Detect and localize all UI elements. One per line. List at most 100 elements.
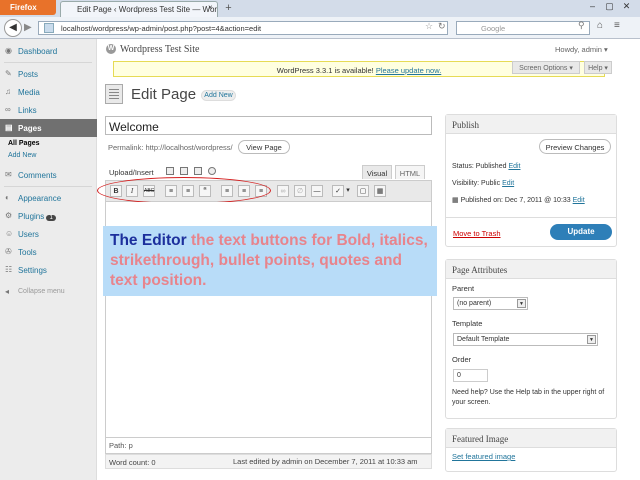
page-attributes-title[interactable]: Page Attributes (446, 260, 616, 279)
order-input[interactable]: 0 (453, 369, 488, 382)
sidebar-item-settings[interactable]: ☷ Settings (0, 261, 97, 279)
address-bar[interactable]: localhost/wordpress/wp-admin/post.php?po… (38, 21, 448, 35)
sidebar-item-links[interactable]: ∞ Links (0, 101, 97, 119)
site-title[interactable]: Wordpress Test Site (120, 44, 199, 55)
tab-visual[interactable]: Visual (362, 165, 392, 179)
preview-changes-button[interactable]: Preview Changes (539, 139, 611, 154)
kitchen-sink-icon[interactable]: ▦ (374, 185, 386, 197)
publish-date: ▦ Published on: Dec 7, 2011 @ 10:33 Edit (452, 196, 585, 204)
add-media-icon[interactable] (208, 167, 216, 175)
minimize-icon[interactable]: – (584, 0, 601, 13)
fullscreen-icon[interactable]: ▢ (357, 185, 369, 197)
template-value: Default Template (457, 336, 510, 343)
set-featured-image-link[interactable]: Set featured image (452, 452, 515, 461)
add-image-icon[interactable] (166, 167, 174, 175)
sidebar-item-dashboard[interactable]: ◉ Dashboard (0, 42, 97, 60)
browser-tab[interactable]: Edit Page ‹ Wordpress Test Site — Word..… (60, 1, 218, 17)
user-menu[interactable]: Howdy, admin ▾ (555, 45, 608, 54)
comment-icon: ✉ (5, 170, 12, 179)
maximize-icon[interactable]: ▢ (601, 0, 618, 13)
featured-image-box: Featured Image (445, 428, 617, 472)
sidebar-item-posts[interactable]: ✎ Posts (0, 65, 97, 83)
sidebar-item-comments[interactable]: ✉ Comments (0, 166, 97, 184)
reload-icon[interactable]: ↻ (438, 21, 446, 32)
add-new-button[interactable]: Add New (201, 90, 236, 101)
admin-sidebar: ◉ Dashboard ✎ Posts ♫ Media ∞ Links ▤ Pages A… (0, 39, 97, 480)
sidebar-item-tools[interactable]: ✇ Tools (0, 243, 97, 261)
home-icon[interactable]: ⌂ (597, 20, 603, 31)
view-page-button[interactable]: View Page (238, 140, 290, 154)
search-icon[interactable]: ⚲ (578, 20, 585, 31)
screen-options-button[interactable]: Screen Options ▾ (512, 61, 580, 74)
edit-date-link[interactable]: Edit (573, 197, 585, 204)
insert-link-icon[interactable]: ∞ (277, 185, 289, 197)
sidebar-item-media[interactable]: ♫ Media (0, 83, 97, 101)
publish-box-title[interactable]: Publish (446, 115, 616, 134)
collapse-label: Collapse menu (18, 288, 65, 295)
annotation-callout: The Editor the text buttons for Bold, it… (103, 226, 437, 296)
site-identity-icon[interactable] (44, 23, 54, 33)
tab-html[interactable]: HTML (395, 165, 425, 179)
sidebar-item-appearance[interactable]: ◐ Appearance (0, 189, 97, 207)
help-button[interactable]: Help ▾ (584, 61, 612, 74)
update-now-link[interactable]: Please update now. (376, 66, 441, 75)
sidebar-item-label: Comments (18, 171, 57, 180)
post-title-input[interactable]: Welcome (105, 116, 432, 135)
sidebar-item-pages[interactable]: ▤ Pages (0, 119, 97, 137)
page-icon: ▤ (5, 123, 13, 132)
plugin-update-badge: 1 (46, 215, 56, 221)
sidebar-item-label: Pages (18, 124, 42, 133)
plugin-icon: ⚙ (5, 211, 13, 220)
sidebar-item-label: Media (18, 88, 40, 97)
edit-visibility-link[interactable]: Edit (502, 180, 514, 187)
more-tag-icon[interactable]: — (311, 185, 323, 197)
parent-label: Parent (452, 284, 475, 293)
template-select[interactable]: Default Template ▼ (453, 333, 598, 346)
add-video-icon[interactable] (180, 167, 188, 175)
submenu-add-new[interactable]: Add New (8, 152, 36, 159)
link-icon: ∞ (5, 105, 11, 114)
sidebar-item-label: Links (18, 106, 37, 115)
sidebar-item-plugins[interactable]: ⚙ Plugins 1 (0, 207, 97, 225)
edit-status-link[interactable]: Edit (508, 163, 520, 170)
media-icon: ♫ (5, 87, 11, 96)
submenu-all-pages[interactable]: All Pages (8, 140, 40, 147)
add-audio-icon[interactable] (194, 167, 202, 175)
back-icon[interactable]: ◀ (4, 19, 22, 37)
move-to-trash-link[interactable]: Move to Trash (453, 229, 501, 238)
forward-icon[interactable]: ▶ (24, 22, 32, 33)
highlight-oval (97, 177, 271, 204)
post-status: Status: Published Edit (452, 163, 521, 170)
spellcheck-dropdown-icon[interactable]: ▾ (344, 185, 352, 197)
sidebar-item-users[interactable]: ☺ Users (0, 225, 97, 243)
settings-icon: ☷ (5, 265, 13, 274)
bookmark-star-icon[interactable]: ☆ (425, 21, 433, 32)
notice-text: WordPress 3.3.1 is available! (276, 66, 374, 75)
window-controls: – ▢ ✕ (584, 0, 640, 15)
search-input[interactable]: Google (456, 21, 590, 35)
parent-select[interactable]: (no parent) ▼ (453, 297, 528, 310)
last-edited: Last edited by admin on December 7, 2011… (233, 457, 418, 466)
pin-icon: ✎ (5, 69, 12, 78)
menu-icon[interactable]: ≡ (614, 20, 620, 31)
close-window-icon[interactable]: ✕ (618, 0, 635, 13)
featured-image-title[interactable]: Featured Image (446, 429, 616, 448)
callout-title: The Editor (110, 232, 187, 249)
dashboard-icon: ◉ (5, 46, 12, 55)
visibility: Visibility: Public Edit (452, 180, 514, 187)
tab-close-icon[interactable]: × (208, 3, 213, 12)
firefox-menu-button[interactable]: Firefox (0, 0, 56, 15)
spellcheck-icon[interactable]: ✓ (332, 185, 344, 197)
chevron-down-icon: ▼ (587, 335, 596, 344)
template-label: Template (452, 319, 483, 328)
new-tab-icon[interactable]: + (222, 2, 235, 15)
calendar-icon: ▦ (452, 197, 461, 204)
chevron-down-icon: ▼ (517, 299, 526, 308)
update-button[interactable]: Update (550, 224, 612, 240)
unlink-icon[interactable]: ∅ (294, 185, 306, 197)
publish-date-text: Published on: Dec 7, 2011 @ 10:33 (460, 197, 571, 204)
sidebar-item-label: Tools (18, 248, 37, 257)
collapse-menu[interactable]: ◂ Collapse menu (0, 283, 97, 301)
sidebar-item-label: Posts (18, 70, 39, 79)
users-icon: ☺ (5, 229, 14, 238)
